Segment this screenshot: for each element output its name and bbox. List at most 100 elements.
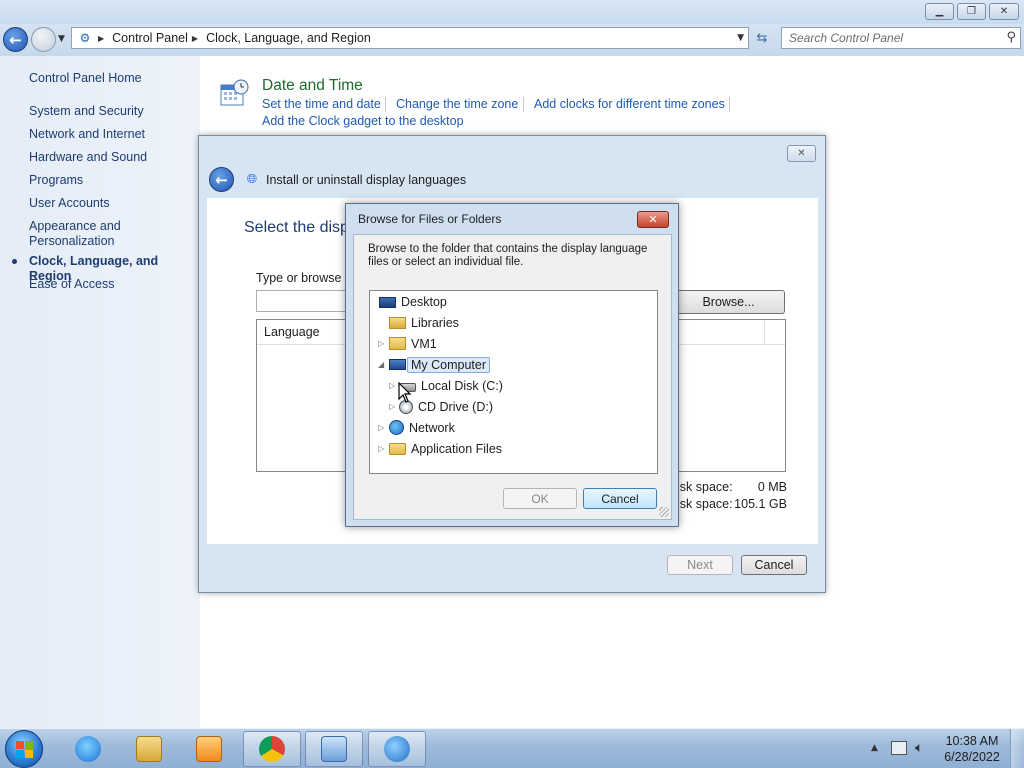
tree-node-local-disk[interactable]: Local Disk (C:) [399, 376, 503, 395]
sidebar: Control Panel Home System and Security N… [0, 56, 200, 728]
forward-button[interactable] [31, 27, 56, 52]
current-item-bullet-icon [12, 259, 17, 264]
back-button[interactable]: ← [3, 27, 28, 52]
calendar-clock-icon[interactable] [219, 79, 249, 109]
disk-space-available-label: isk space: [677, 497, 733, 511]
cancel-button[interactable]: Cancel [741, 555, 807, 575]
sidebar-item-ease-of-access[interactable]: Ease of Access [29, 277, 194, 292]
show-hidden-icons-icon[interactable]: ▲ [871, 743, 878, 753]
link-divider [523, 97, 524, 112]
folder-icon [389, 442, 406, 455]
refresh-button[interactable]: ⇆ [752, 30, 772, 48]
system-tray: ▲ 🔈︎ 10:38 AM 6/28/2022 [865, 729, 1024, 768]
recent-pages-dropdown[interactable]: ▼ [58, 34, 65, 44]
ok-button[interactable]: OK [503, 488, 577, 509]
browse-cancel-button[interactable]: Cancel [583, 488, 657, 509]
sidebar-item-appearance[interactable]: Appearance and Personalization [29, 219, 139, 249]
chevron-down-icon: ▼ [58, 34, 65, 44]
back-arrow-icon: ← [215, 170, 228, 189]
add-clocks-link[interactable]: Add clocks for different time zones [534, 97, 725, 111]
tree-node-application-files[interactable]: Application Files [389, 439, 502, 458]
window-titlebar: ▁ ❐ ✕ [0, 0, 1024, 24]
select-heading: Select the disp [244, 219, 349, 236]
windows-logo-icon [16, 741, 33, 758]
dialog-footer: Next Cancel [207, 544, 818, 586]
tree-node-network[interactable]: Network [389, 418, 455, 437]
address-bar[interactable]: ⚙ ▶ Control Panel ▶ Clock, Language, and… [71, 27, 749, 49]
collapse-arrow-icon[interactable]: ◢ [378, 360, 384, 369]
column-header-language[interactable]: Language [264, 325, 320, 339]
browse-description: Browse to the folder that contains the d… [368, 243, 648, 268]
browse-button[interactable]: Browse... [672, 290, 785, 314]
expand-arrow-icon[interactable]: ▷ [389, 381, 395, 390]
path-label: Type or browse t [256, 271, 349, 285]
taskbar-chrome[interactable] [243, 731, 301, 767]
search-icon[interactable]: ⚲ [1006, 30, 1016, 45]
add-clock-gadget-link[interactable]: Add the Clock gadget to the desktop [262, 114, 464, 128]
taskbar-language-installer[interactable] [368, 731, 426, 767]
breadcrumb-arrow-icon[interactable]: ▶ [98, 34, 104, 43]
change-time-zone-link[interactable]: Change the time zone [396, 97, 518, 111]
sidebar-item-user-accounts[interactable]: User Accounts [29, 196, 194, 211]
disk-space-required-label: isk space: [677, 480, 733, 494]
breadcrumb-control-panel[interactable]: Control Panel [112, 31, 188, 45]
close-window-button[interactable]: ✕ [989, 3, 1019, 20]
taskbar-internet-explorer[interactable] [59, 731, 117, 767]
desktop-icon [379, 296, 396, 308]
browse-close-button[interactable]: ✕ [637, 211, 669, 228]
close-icon: ✕ [648, 213, 658, 226]
tree-node-vm1[interactable]: VM1 [389, 334, 437, 353]
expand-arrow-icon[interactable]: ▷ [378, 444, 384, 453]
network-status-icon[interactable] [891, 741, 907, 755]
sidebar-item-system-security[interactable]: System and Security [29, 104, 194, 119]
column-divider[interactable] [764, 320, 765, 344]
maximize-button[interactable]: ❐ [957, 3, 986, 20]
dialog-back-button[interactable]: ← [209, 167, 234, 192]
taskbar-file-explorer[interactable] [120, 731, 178, 767]
breadcrumb-arrow-icon[interactable]: ▶ [192, 34, 198, 43]
start-button[interactable] [5, 730, 43, 768]
tree-node-desktop[interactable]: Desktop [379, 292, 447, 311]
language-globe-icon: 🌐︎ [246, 172, 258, 187]
browse-files-dialog: Browse for Files or Folders ✕ Browse to … [345, 203, 679, 527]
volume-icon[interactable]: 🔈︎ [915, 740, 923, 756]
date-time-title[interactable]: Date and Time [262, 77, 363, 95]
show-desktop-button[interactable] [1010, 729, 1024, 768]
folder-tree[interactable]: Desktop Libraries ▷ VM1 ◢ My Computer ▷ … [369, 290, 658, 474]
tree-node-libraries[interactable]: Libraries [389, 313, 459, 332]
sidebar-item-hardware-sound[interactable]: Hardware and Sound [29, 150, 194, 165]
expand-arrow-icon[interactable]: ▷ [378, 423, 384, 432]
set-time-date-link[interactable]: Set the time and date [262, 97, 381, 111]
browse-dialog-body: Browse to the folder that contains the d… [353, 234, 672, 520]
expand-arrow-icon[interactable]: ▷ [389, 402, 395, 411]
search-box[interactable]: ⚲ [781, 27, 1021, 49]
navigation-bar: ← ▼ ⚙ ▶ Control Panel ▶ Clock, Language,… [0, 24, 1024, 56]
disk-space-available-value: 105.1 GB [734, 497, 787, 511]
expand-arrow-icon[interactable]: ▷ [378, 339, 384, 348]
resize-grip-icon[interactable] [659, 507, 669, 517]
browse-dialog-title: Browse for Files or Folders [358, 212, 502, 226]
link-divider [385, 97, 386, 112]
control-panel-icon: ⚙ [79, 31, 91, 45]
taskbar: ▲ 🔈︎ 10:38 AM 6/28/2022 [0, 728, 1024, 768]
next-button[interactable]: Next [667, 555, 733, 575]
taskbar-media-player[interactable] [180, 731, 238, 767]
dialog-close-button[interactable]: ✕ [787, 145, 816, 162]
computer-icon [389, 359, 406, 370]
clock-time[interactable]: 10:38 AM [942, 734, 1002, 748]
search-input[interactable] [789, 28, 999, 48]
address-dropdown-icon[interactable]: ▼ [737, 33, 744, 43]
sidebar-control-panel-home[interactable]: Control Panel Home [29, 71, 194, 86]
taskbar-control-panel[interactable] [305, 731, 363, 767]
sidebar-item-programs[interactable]: Programs [29, 173, 194, 188]
clock-date[interactable]: 6/28/2022 [942, 750, 1002, 764]
chrome-icon [259, 736, 285, 762]
link-divider [729, 97, 730, 112]
close-icon: ✕ [797, 148, 806, 159]
minimize-button[interactable]: ▁ [925, 3, 954, 20]
libraries-icon [389, 316, 406, 329]
breadcrumb-clock-language-region[interactable]: Clock, Language, and Region [206, 31, 371, 45]
sidebar-item-network-internet[interactable]: Network and Internet [29, 127, 194, 142]
tree-node-cd-drive[interactable]: CD Drive (D:) [399, 397, 493, 416]
tree-node-my-computer[interactable]: My Computer [389, 355, 491, 374]
